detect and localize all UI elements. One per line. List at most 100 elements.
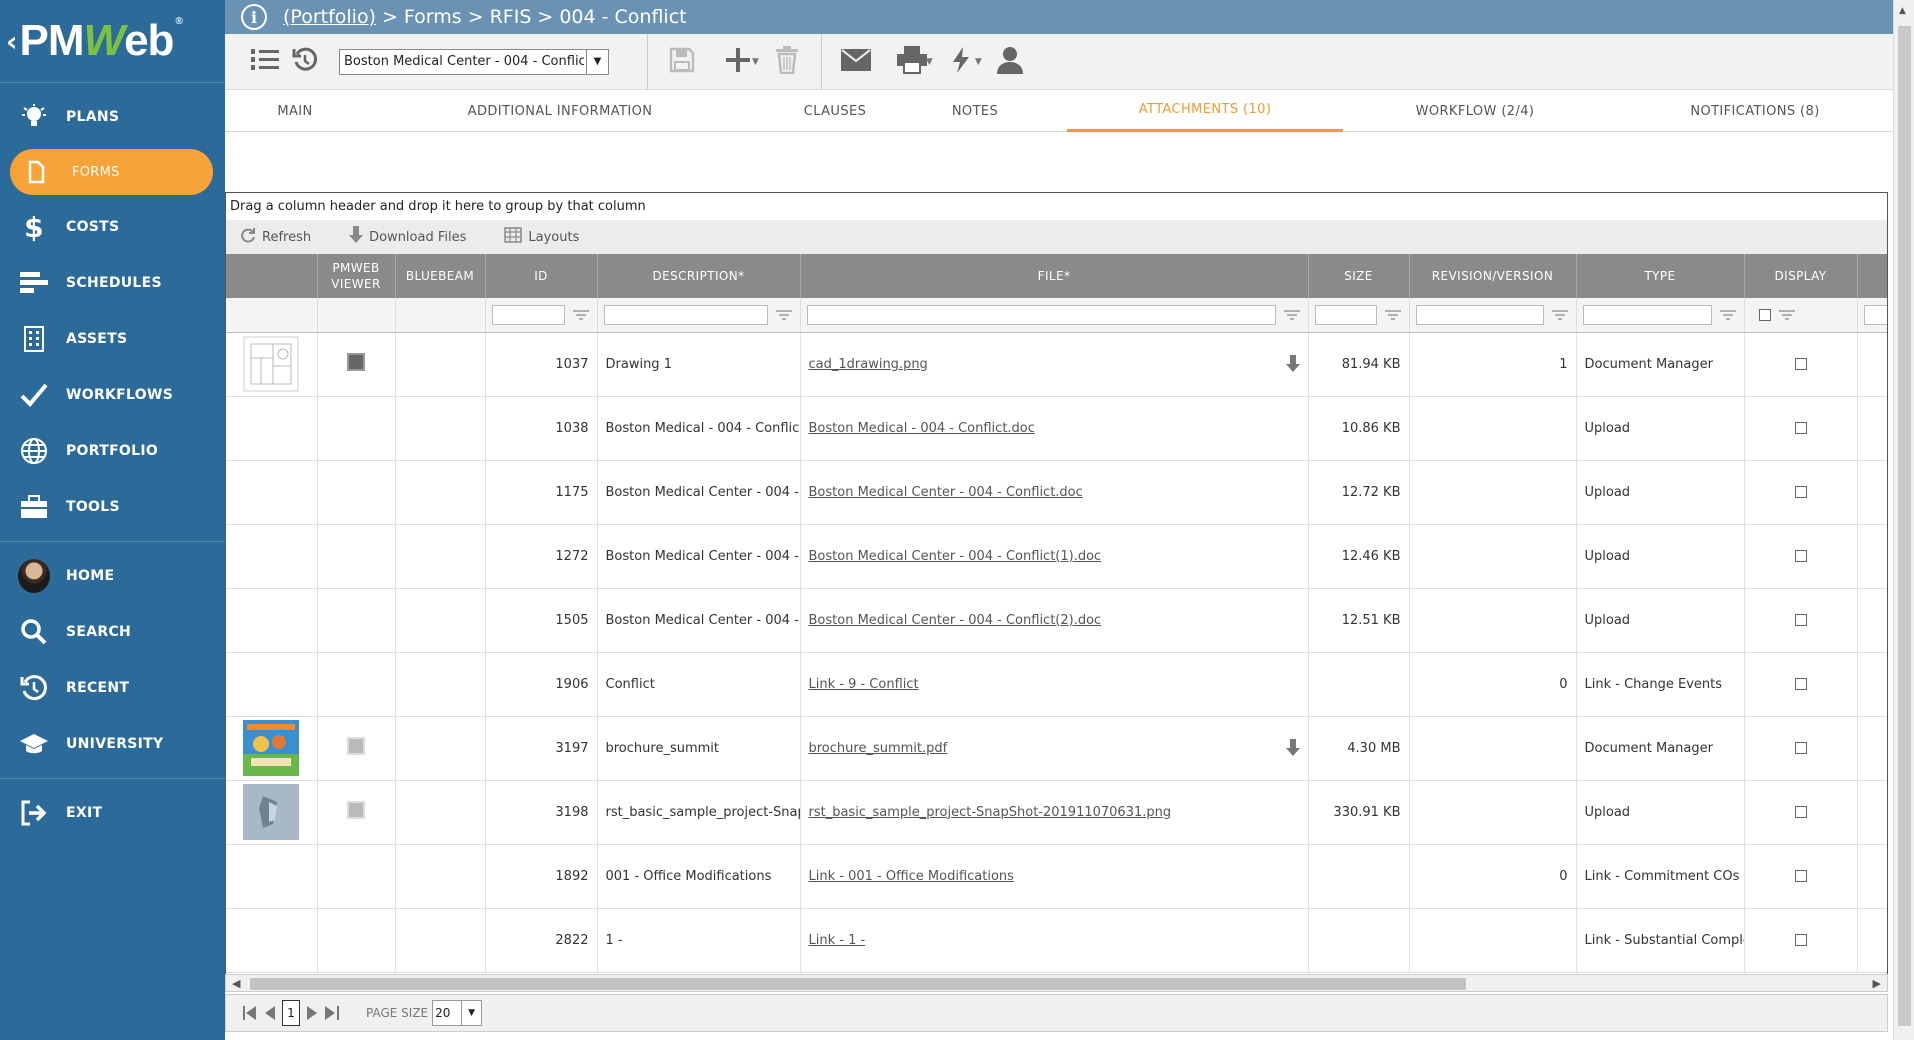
pmweb-viewer-icon[interactable] [347,353,365,371]
display-checkbox[interactable] [1794,422,1807,434]
display-filter-checkbox[interactable] [1758,308,1771,321]
download-files-button[interactable]: Download Files [349,226,466,248]
history-button[interactable] [285,42,325,82]
vertical-scrollbar[interactable]: ▲ [1893,0,1914,1040]
table-row[interactable]: 2822 1 - Link - 1 - Link - Substantial C… [226,908,1887,973]
actions-dropdown-caret-icon[interactable]: ▼ [975,57,982,67]
user-button[interactable] [990,42,1030,82]
row-file-link[interactable]: Link - 1 - [809,933,866,948]
refresh-button[interactable]: Refresh [240,227,311,247]
delete-button[interactable] [767,42,807,82]
table-row[interactable]: 1037 Drawing 1 cad_1drawing.png 81.94 KB… [226,332,1887,397]
download-arrow-icon[interactable] [1285,354,1300,377]
scroll-right-icon[interactable]: ▶ [1873,977,1881,990]
revision-column-header[interactable]: REVISION/VERSION [1409,254,1577,298]
chevron-down-icon[interactable]: ▼ [461,1001,481,1025]
display-checkbox[interactable] [1794,870,1807,882]
print-dropdown-caret-icon[interactable]: ▼ [926,57,933,67]
scroll-left-icon[interactable]: ◀ [232,977,240,990]
table-row[interactable]: 1175 Boston Medical Center - 004 - Confl… [226,460,1887,525]
display-checkbox[interactable] [1794,678,1807,690]
tab-clauses[interactable]: CLAUSES [755,90,915,132]
extra-filter-input[interactable] [1863,304,1887,325]
pmweb-viewer-icon[interactable] [347,737,365,755]
current-page-input[interactable]: 1 [282,1000,300,1026]
tab-notifications[interactable]: NOTIFICATIONS (8) [1645,90,1865,132]
tab-notes[interactable]: NOTES [915,90,1035,132]
description-filter-input[interactable] [603,304,768,325]
snapshot-thumbnail[interactable] [243,784,300,840]
sidebar-item-university[interactable]: UNIVERSITY [0,716,225,772]
info-icon[interactable]: i [241,4,267,30]
sidebar-item-plans[interactable]: PLANS [0,89,225,145]
row-file-link[interactable]: Boston Medical Center - 004 - Conflict(2… [809,613,1102,628]
display-checkbox[interactable] [1794,806,1807,818]
filter-icon[interactable] [1550,307,1570,323]
filter-icon[interactable] [1777,307,1797,323]
display-column-header[interactable]: DISPLAY [1744,254,1858,298]
id-filter-input[interactable] [491,304,565,325]
list-view-button[interactable] [245,42,285,82]
id-column-header[interactable]: ID [485,254,598,298]
display-checkbox[interactable] [1794,614,1807,626]
tab-attachments[interactable]: ATTACHMENTS (10) [1067,90,1343,132]
file-column-header[interactable]: FILE* [800,254,1309,298]
table-row[interactable]: 1038 Boston Medical - 004 - Conflict Bos… [226,396,1887,461]
table-row[interactable]: 1505 Boston Medical Center - 004 - Confl… [226,588,1887,653]
sidebar-item-exit[interactable]: EXIT [0,785,225,841]
sidebar-item-recent[interactable]: RECENT [0,660,225,716]
sidebar-item-assets[interactable]: ASSETS [0,311,225,367]
scroll-up-icon[interactable]: ▲ [1899,6,1906,16]
sidebar-item-tools[interactable]: TOOLS [0,479,225,535]
page-size-select[interactable]: 20 ▼ [432,1000,483,1026]
table-row[interactable]: 1892 001 - Office Modifications Link - 0… [226,844,1887,909]
table-row[interactable]: 1272 Boston Medical Center - 004 - Confl… [226,524,1887,589]
filter-icon[interactable] [571,307,591,323]
display-checkbox[interactable] [1794,742,1807,754]
display-checkbox[interactable] [1794,934,1807,946]
bluebeam-column-header[interactable]: BLUEBEAM [395,254,486,298]
add-dropdown-caret-icon[interactable]: ▼ [752,57,759,67]
table-row[interactable]: 1906 Conflict Link - 9 - Conflict 0 Link… [226,652,1887,717]
group-by-panel[interactable]: Drag a column header and drop it here to… [225,192,1888,220]
type-filter-input[interactable] [1582,304,1712,325]
row-file-link[interactable]: Link - 9 - Conflict [809,677,919,692]
pmweb-viewer-icon[interactable] [347,801,365,819]
scrollbar-thumb[interactable] [250,978,1466,990]
filter-icon[interactable] [1282,307,1302,323]
description-column-header[interactable]: DESCRIPTION* [597,254,801,298]
previous-page-button[interactable] [260,1003,280,1023]
email-button[interactable] [836,42,876,82]
sidebar-item-portfolio[interactable]: PORTFOLIO [0,423,225,479]
sidebar-item-costs[interactable]: $ COSTS [0,199,225,255]
breadcrumb-portfolio-link[interactable]: (Portfolio) [283,6,376,28]
horizontal-scrollbar[interactable]: ◀ ▶ [225,974,1888,992]
sidebar-item-search[interactable]: SEARCH [0,604,225,660]
pmweb-logo[interactable]: ‹ PMWeb ® [0,0,225,82]
sidebar-item-forms[interactable]: FORMS [10,149,213,195]
collapse-chevron-icon[interactable]: ‹ [6,25,18,58]
sidebar-item-home[interactable]: HOME [0,548,225,604]
last-page-button[interactable] [322,1003,342,1023]
display-checkbox[interactable] [1794,486,1807,498]
file-filter-input[interactable] [806,304,1276,325]
row-file-link[interactable]: Boston Medical - 004 - Conflict.doc [809,421,1035,436]
display-checkbox[interactable] [1794,550,1807,562]
size-column-header[interactable]: SIZE [1308,254,1410,298]
table-row[interactable]: 3197 brochure_summit brochure_summit.pdf… [226,716,1887,781]
filter-icon[interactable] [1383,307,1403,323]
scrollbar-thumb[interactable] [1898,26,1911,1026]
sidebar-item-workflows[interactable]: WORKFLOWS [0,367,225,423]
save-button[interactable] [662,42,702,82]
row-file-link[interactable]: Boston Medical Center - 004 - Conflict(1… [809,549,1102,564]
size-filter-input[interactable] [1314,304,1377,325]
tab-workflow[interactable]: WORKFLOW (2/4) [1375,90,1575,132]
sidebar-item-schedules[interactable]: SCHEDULES [0,255,225,311]
row-file-link[interactable]: Boston Medical Center - 004 - Conflict.d… [809,485,1083,500]
download-arrow-icon[interactable] [1285,738,1300,761]
drawing-thumbnail[interactable] [243,336,299,392]
layouts-button[interactable]: Layouts [504,227,579,247]
type-column-header[interactable]: TYPE [1576,254,1745,298]
revision-filter-input[interactable] [1415,304,1544,325]
brochure-thumbnail[interactable] [243,720,300,776]
